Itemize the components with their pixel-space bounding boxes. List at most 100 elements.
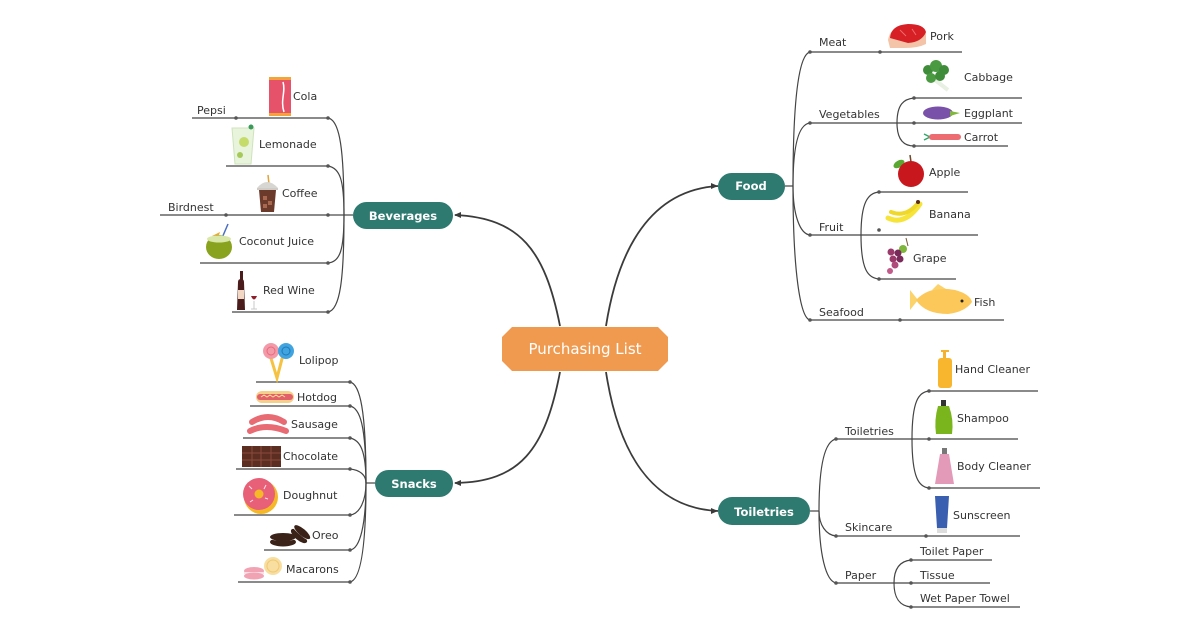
node-dot	[326, 116, 330, 120]
macaron-icon	[244, 557, 282, 580]
link-coconut	[327, 214, 345, 264]
group-label: Skincare	[845, 521, 892, 534]
item-label: Carrot	[964, 131, 999, 144]
node-dot	[909, 558, 913, 562]
item-label: Cabbage	[964, 71, 1013, 84]
snacks-branch: Snacks Lolipop Hotdog Sausage Chocolate …	[234, 343, 453, 584]
grape-icon	[887, 237, 909, 274]
item-red-wine[interactable]: Red Wine	[237, 271, 315, 310]
node-dot	[927, 486, 931, 490]
item-label: Oreo	[312, 529, 339, 542]
node-dot	[808, 233, 812, 237]
food-branch: Food Meat Pork Vegetables Cabbage Eggpla…	[718, 24, 1022, 322]
item-cabbage[interactable]: Cabbage	[923, 60, 1013, 92]
item-label: Apple	[929, 166, 961, 179]
item-banana[interactable]: Banana	[885, 200, 971, 223]
item-sunscreen[interactable]: Sunscreen	[935, 496, 1011, 533]
item-coconut-juice[interactable]: Coconut Juice	[206, 223, 314, 259]
link-toiletries-group	[818, 438, 837, 512]
item-oreo[interactable]: Oreo	[270, 523, 339, 547]
node-dot	[348, 513, 352, 517]
item-pepsi[interactable]: Pepsi	[197, 104, 226, 117]
topic-beverages-label: Beverages	[369, 209, 437, 223]
item-wet-paper-towel[interactable]: Wet Paper Towel	[920, 592, 1010, 605]
item-fish[interactable]: Fish	[910, 284, 995, 314]
item-apple[interactable]: Apple	[892, 154, 961, 187]
topic-beverages[interactable]: Beverages	[353, 202, 453, 229]
item-label: Hand Cleaner	[955, 363, 1030, 376]
soda-can-icon	[269, 77, 291, 116]
node-dot	[877, 277, 881, 281]
node-dot	[834, 437, 838, 441]
connector-root-toiletries	[605, 371, 719, 512]
item-label: Wet Paper Towel	[920, 592, 1010, 605]
item-pork[interactable]: Pork	[888, 24, 954, 48]
item-hand-cleaner[interactable]: Hand Cleaner	[938, 350, 1030, 388]
node-dot	[326, 261, 330, 265]
group-label: Meat	[819, 36, 847, 49]
node-dot	[326, 310, 330, 314]
carrot-icon	[923, 133, 961, 141]
hotdog-icon	[256, 391, 294, 403]
item-label: Shampoo	[957, 412, 1009, 425]
item-label: Lolipop	[299, 354, 338, 367]
link-skincare	[818, 510, 837, 537]
chocolate-bar-icon	[242, 446, 281, 467]
item-label: Red Wine	[263, 284, 315, 297]
link-chocolate	[349, 468, 367, 484]
link-macarons	[349, 482, 367, 583]
apple-icon	[893, 154, 924, 187]
item-label: Fish	[974, 296, 995, 309]
node-dot	[808, 50, 812, 54]
node-dot	[348, 467, 352, 471]
link-grape	[860, 234, 880, 280]
item-body-cleaner[interactable]: Body Cleaner	[935, 448, 1031, 484]
item-cola[interactable]: Cola	[269, 77, 317, 116]
item-tissue[interactable]: Tissue	[919, 569, 955, 582]
item-label: Tissue	[919, 569, 955, 582]
node-dot	[909, 581, 913, 585]
node-dot	[348, 548, 352, 552]
item-lemonade[interactable]: Lemonade	[231, 124, 317, 165]
node-dot	[348, 404, 352, 408]
group-skincare[interactable]: Skincare	[834, 521, 1020, 538]
item-macarons[interactable]: Macarons	[244, 557, 339, 580]
node-dot	[924, 534, 928, 538]
root-node[interactable]: Purchasing List	[502, 327, 668, 371]
link-sausage	[349, 437, 367, 484]
node-dot	[808, 121, 812, 125]
link-body-cleaner	[911, 438, 930, 489]
node-dot	[878, 50, 882, 54]
item-grape[interactable]: Grape	[887, 237, 947, 274]
root-title: Purchasing List	[528, 340, 641, 358]
item-lolipop[interactable]: Lolipop	[263, 343, 338, 384]
item-shampoo[interactable]: Shampoo	[935, 400, 1009, 434]
node-dot	[348, 436, 352, 440]
node-dot	[909, 605, 913, 609]
item-chocolate[interactable]: Chocolate	[242, 446, 338, 467]
item-coffee[interactable]: Coffee	[257, 174, 318, 212]
item-label: Cola	[293, 90, 317, 103]
pump-bottle-orange-icon	[938, 350, 952, 388]
node-dot	[834, 534, 838, 538]
item-toilet-paper[interactable]: Toilet Paper	[919, 545, 984, 558]
sausage-icon	[247, 414, 289, 434]
topic-toiletries[interactable]: Toiletries	[718, 497, 810, 525]
link-lemonade	[327, 165, 345, 216]
item-carrot[interactable]: Carrot	[923, 131, 999, 144]
node-dot	[326, 213, 330, 217]
item-sausage[interactable]: Sausage	[247, 414, 338, 434]
item-label: Lemonade	[259, 138, 317, 151]
item-birdnest[interactable]: Birdnest	[168, 201, 214, 214]
topic-food[interactable]: Food	[718, 173, 785, 200]
item-eggplant[interactable]: Eggplant	[923, 106, 1014, 121]
topic-snacks[interactable]: Snacks	[375, 470, 453, 497]
lollipop-icon	[263, 343, 294, 384]
sunscreen-tube-icon	[935, 496, 949, 533]
link-wet-paper-towel	[893, 582, 912, 608]
node-dot	[808, 318, 812, 322]
pump-bottle-pink-icon	[935, 448, 954, 484]
group-label: Toiletries	[844, 425, 894, 438]
item-doughnut[interactable]: Doughnut	[243, 478, 338, 514]
item-hotdog[interactable]: Hotdog	[256, 391, 337, 404]
